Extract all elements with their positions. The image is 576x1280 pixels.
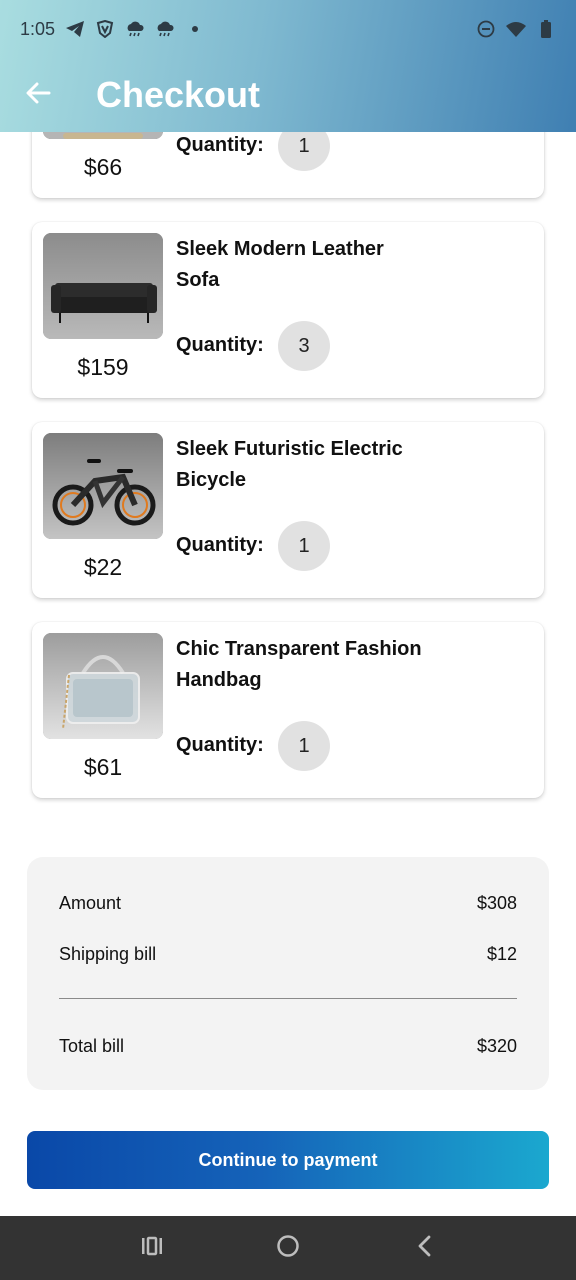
quantity-badge: 1 xyxy=(278,521,330,571)
continue-to-payment-button[interactable]: Continue to payment xyxy=(27,1131,549,1189)
item-price: $66 xyxy=(83,154,123,180)
recent-apps-icon xyxy=(141,1236,163,1261)
recent-apps-button[interactable] xyxy=(132,1228,172,1268)
home-icon xyxy=(276,1234,300,1263)
quantity-badge: 3 xyxy=(278,321,330,371)
product-image-bicycle xyxy=(43,433,163,539)
shipping-value: $12 xyxy=(486,944,517,964)
summary-divider xyxy=(59,998,517,999)
wifi-icon xyxy=(506,19,526,39)
total-label: Total bill xyxy=(59,1036,125,1056)
order-summary: Amount $308 Shipping bill $12 Total bill… xyxy=(27,857,549,1090)
item-name: Sleek Futuristic Electric Bicycle xyxy=(176,438,403,491)
checkout-scroll-area[interactable]: $66 Quantity: 1 $159 Sleek Modern Leathe… xyxy=(0,0,576,1216)
cart-item-card: $22 Sleek Futuristic Electric Bicycle Qu… xyxy=(32,422,544,598)
quantity-label: Quantity: xyxy=(176,334,264,356)
vpn-shield-icon xyxy=(95,19,115,39)
home-button[interactable] xyxy=(268,1228,308,1268)
back-nav-icon xyxy=(416,1235,432,1262)
quantity-badge: 1 xyxy=(278,721,330,771)
system-nav-bar xyxy=(0,1216,576,1280)
quantity-label: Quantity: xyxy=(176,734,264,756)
battery-icon xyxy=(536,19,556,39)
amount-row: Amount $308 xyxy=(59,893,517,914)
total-value: $320 xyxy=(476,1036,517,1056)
item-price: $159 xyxy=(77,354,129,380)
amount-value: $308 xyxy=(476,893,517,913)
page-title: Checkout xyxy=(96,74,261,115)
item-name: Sleek Modern Leather Sofa xyxy=(176,238,384,291)
item-name: Chic Transparent Fashion Handbag xyxy=(176,638,422,691)
cart-item-card: $159 Sleek Modern Leather Sofa Quantity:… xyxy=(32,222,544,398)
weather-cloud-icon xyxy=(125,19,145,39)
item-price: $61 xyxy=(83,754,123,780)
quantity-label: Quantity: xyxy=(176,534,264,556)
back-nav-button[interactable] xyxy=(404,1228,444,1268)
shipping-label: Shipping bill xyxy=(59,944,157,964)
cart-item-card: $61 Chic Transparent Fashion Handbag Qua… xyxy=(32,622,544,798)
quantity-label: Quantity: xyxy=(176,134,264,156)
arrow-left-icon xyxy=(25,82,51,109)
amount-label: Amount xyxy=(59,893,122,913)
telegram-icon xyxy=(65,19,85,39)
product-image-sofa xyxy=(43,233,163,339)
toolbar: Checkout xyxy=(0,58,576,132)
status-bar: 1:05 xyxy=(0,0,576,58)
total-row: Total bill $320 xyxy=(59,1036,517,1057)
app-bar: 1:05 Checkout xyxy=(0,0,576,132)
item-price: $22 xyxy=(83,554,123,580)
product-image-handbag xyxy=(43,633,163,739)
shipping-row: Shipping bill $12 xyxy=(59,944,517,965)
dot-icon xyxy=(185,19,205,39)
status-time: 1:05 xyxy=(20,18,56,39)
back-button[interactable] xyxy=(8,65,68,125)
weather-cloud-icon xyxy=(155,19,175,39)
do-not-disturb-icon xyxy=(476,19,496,39)
